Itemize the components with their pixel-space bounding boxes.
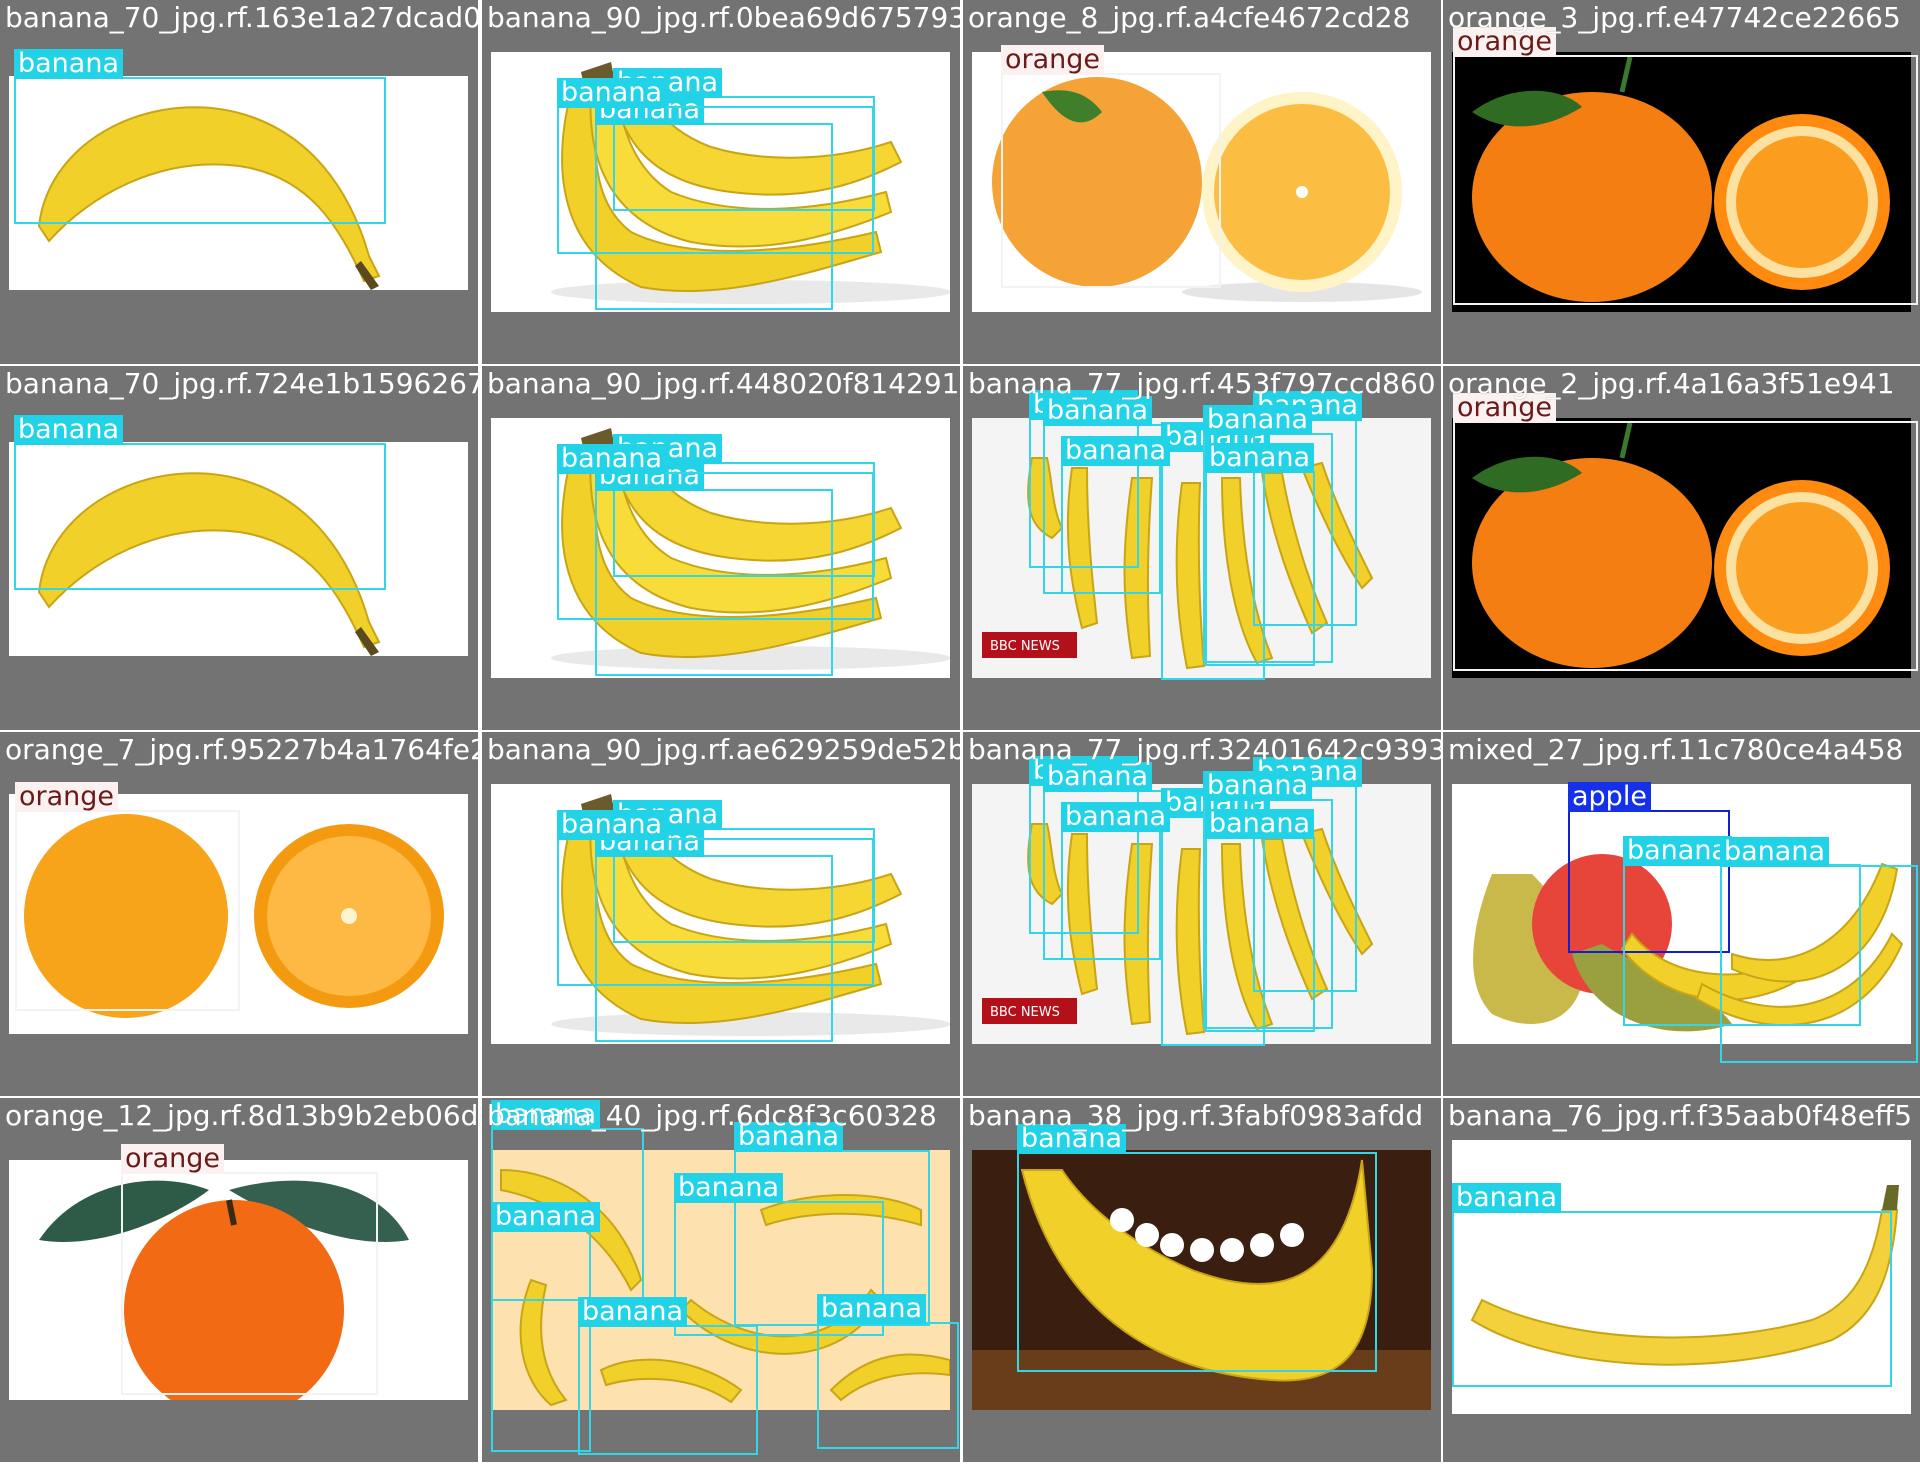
tile-title: banana_70_jpg.rf.163e1a27dcad0bb0b2270c: [5, 1, 478, 34]
svg-text:BBC NEWS: BBC NEWS: [990, 639, 1060, 654]
tile-title: banana_76_jpg.rf.f35aab0f48eff5: [1448, 1099, 1913, 1132]
detection-box: banana: [557, 78, 874, 254]
detection-label: orange: [15, 782, 119, 812]
detection-box: orange: [1453, 27, 1918, 305]
tile-title: orange_7_jpg.rf.95227b4a1764fe2db03290a: [5, 733, 478, 766]
detection-label: banana: [1061, 436, 1170, 466]
detection-label: banana: [557, 810, 666, 840]
detection-box: banana: [1061, 436, 1170, 594]
detection-label: banana: [1203, 405, 1312, 435]
tile-title: banana_38_jpg.rf.3fabf0983afdd: [968, 1099, 1424, 1132]
detection-box: banana: [1205, 809, 1315, 1032]
tile-title: banana_70_jpg.rf.724e1b15962677a01597e: [5, 367, 478, 400]
tile-title: banana_77_jpg.rf.453f797ccd860: [968, 367, 1436, 400]
prediction-tile: orange orange_8_jpg.rf.a4cfe4672cd28: [963, 0, 1441, 364]
detection-label: banana: [1720, 837, 1829, 867]
prediction-tile: banana banana_70_jpg.rf.724e1b15962677a01…: [0, 366, 478, 730]
prediction-tile: orange orange_3_jpg.rf.e47742ce22665: [1443, 0, 1920, 364]
tile-title: mixed_27_jpg.rf.11c780ce4a458: [1448, 733, 1904, 766]
prediction-tile: banana banana banana banana_90_jpg.rf.0bea6…: [482, 0, 960, 364]
detection-label: banana: [14, 49, 123, 79]
detection-label: banana: [1623, 836, 1732, 866]
detection-box: banana: [491, 1202, 600, 1452]
prediction-tile: orange orange_12_jpg.rf.8d13b9b2eb06d: [0, 1098, 478, 1462]
detection-label: banana: [674, 1173, 783, 1203]
prediction-tile: orange orange_2_jpg.rf.4a16a3f51e941: [1443, 366, 1920, 730]
detection-label: orange: [121, 1144, 225, 1174]
detection-box: banana: [1017, 1124, 1377, 1372]
prediction-tile: BBC NEWS banana banana banana banana banana ba…: [963, 366, 1441, 730]
detection-label: banana: [817, 1294, 926, 1324]
detection-label: banana: [1203, 771, 1312, 801]
detection-label: banana: [557, 444, 666, 474]
detection-box: banana: [557, 444, 874, 620]
detection-box: banana: [14, 415, 386, 590]
detection-label: orange: [1001, 45, 1105, 75]
detection-box: banana: [817, 1294, 959, 1449]
prediction-tile: BBC NEWS banana banana banana banana banana ba…: [963, 732, 1441, 1096]
prediction-tile: banana banana banana banana_90_jpg.rf.44802…: [482, 366, 960, 730]
detection-label: banana: [1205, 443, 1314, 473]
detection-label: banana: [491, 1202, 600, 1232]
detection-label: banana: [1061, 802, 1170, 832]
prediction-tile: banana banana_38_jpg.rf.3fabf0983afdd: [963, 1098, 1441, 1462]
detection-label: banana: [1205, 809, 1314, 839]
svg-text:BBC NEWS: BBC NEWS: [990, 1005, 1060, 1020]
tile-title: banana_90_jpg.rf.448020f814291bfd9: [487, 367, 960, 400]
detection-label: banana: [1452, 1183, 1561, 1213]
tile-title: orange_8_jpg.rf.a4cfe4672cd28: [968, 1, 1411, 34]
prediction-tile: banana banana_76_jpg.rf.f35aab0f48eff5: [1443, 1098, 1920, 1462]
detection-box: orange: [1001, 45, 1221, 288]
detection-label: banana: [578, 1297, 687, 1327]
detection-box: orange: [1453, 393, 1918, 671]
tile-title: banana_90_jpg.rf.ae629259de52b0a9b9371: [487, 733, 960, 766]
prediction-tile: apple banana banana mixed_27_jpg.rf.11c780c…: [1443, 732, 1920, 1096]
detection-box: banana: [1452, 1183, 1892, 1387]
tile-title: banana_40_jpg.rf.6dc8f3c60328: [487, 1099, 937, 1132]
detection-box: banana: [1205, 443, 1315, 666]
tile-title: banana_77_jpg.rf.32401642c939374f8d: [968, 733, 1441, 766]
tile-title: orange_3_jpg.rf.e47742ce22665: [1448, 1, 1901, 34]
detection-box: banana: [557, 810, 874, 986]
detection-box: banana: [1061, 802, 1170, 960]
tile-title: banana_90_jpg.rf.0bea69d675793e99c4263: [487, 1, 960, 34]
detection-label: apple: [1568, 782, 1651, 812]
detection-box: orange: [15, 782, 240, 1011]
detection-box: orange: [121, 1144, 378, 1395]
prediction-tile: banana banana_70_jpg.rf.163e1a27dcad0bb0b…: [0, 0, 478, 364]
detection-label: banana: [14, 415, 123, 445]
detection-label: banana: [557, 78, 666, 108]
prediction-grid: banana banana_70_jpg.rf.163e1a27dcad0bb0b…: [0, 0, 1920, 1464]
prediction-tile: banana banana banana banana banana banana bana…: [482, 1098, 960, 1462]
prediction-tile: orange orange_7_jpg.rf.95227b4a1764fe2db0…: [0, 732, 478, 1096]
detection-box: banana: [1720, 837, 1918, 1063]
detection-box: banana: [578, 1297, 758, 1455]
detection-box: banana: [14, 49, 386, 224]
tile-title: orange_2_jpg.rf.4a16a3f51e941: [1448, 367, 1895, 400]
tile-title: orange_12_jpg.rf.8d13b9b2eb06d: [5, 1099, 478, 1132]
prediction-tile: banana banana banana banana_90_jpg.rf.ae629…: [482, 732, 960, 1096]
